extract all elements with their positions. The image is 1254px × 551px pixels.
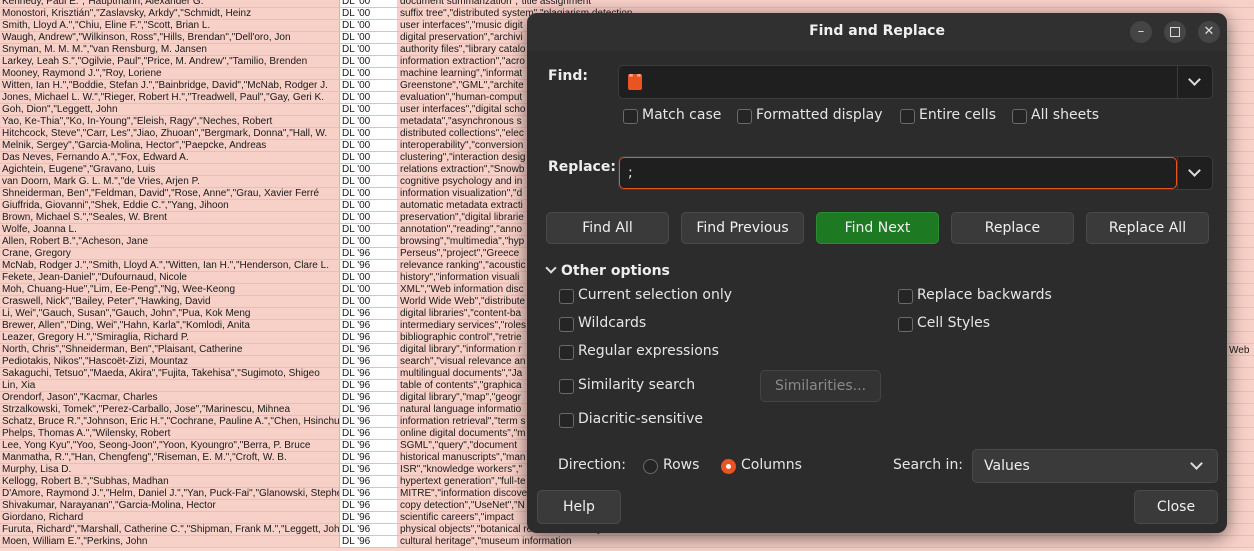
replace-dropdown-button[interactable] <box>1177 157 1212 189</box>
replace-value: ; <box>628 165 633 181</box>
find-label: Find: <box>548 68 588 84</box>
maximize-icon[interactable] <box>1164 21 1186 43</box>
cell-overflow-text: Web <box>1229 345 1250 356</box>
current-selection-only-label: Current selection only <box>578 287 733 303</box>
regular-expressions-label: Regular expressions <box>578 343 719 359</box>
direction-rows-label: Rows <box>663 457 700 473</box>
entire-cells-checkbox[interactable] <box>900 109 915 124</box>
wildcards-checkbox[interactable] <box>559 317 574 332</box>
row-gridline <box>0 547 1254 548</box>
entire-cells-label: Entire cells <box>919 107 996 123</box>
close-button[interactable]: Close <box>1134 490 1218 524</box>
replace-button[interactable]: Replace <box>951 212 1074 244</box>
dialog-titlebar[interactable]: Find and Replace – ✕ <box>527 13 1227 51</box>
direction-columns-label: Columns <box>741 457 802 473</box>
find-next-button[interactable]: Find Next <box>816 212 939 244</box>
all-sheets-checkbox[interactable] <box>1012 109 1027 124</box>
replace-backwards-label: Replace backwards <box>917 287 1052 303</box>
diacritic-sensitive-label: Diacritic-sensitive <box>578 411 703 427</box>
all-sheets-label: All sheets <box>1031 107 1099 123</box>
chevron-down-icon <box>1190 457 1203 470</box>
formatted-display-label: Formatted display <box>756 107 883 123</box>
search-in-select[interactable]: Values <box>972 449 1218 483</box>
similarity-search-label: Similarity search <box>578 377 696 393</box>
find-all-button[interactable]: Find All <box>546 212 669 244</box>
direction-columns-radio[interactable] <box>721 459 736 474</box>
direction-rows-radio[interactable] <box>643 459 658 474</box>
replace-all-button[interactable]: Replace All <box>1086 212 1209 244</box>
minimize-icon[interactable]: – <box>1130 21 1152 43</box>
direction-label: Direction: <box>558 457 626 473</box>
match-case-label: Match case <box>642 107 722 123</box>
regular-expressions-checkbox[interactable] <box>559 345 574 360</box>
other-options-label: Other options <box>561 263 670 279</box>
close-icon[interactable]: ✕ <box>1198 21 1220 43</box>
current-selection-only-checkbox[interactable] <box>559 289 574 304</box>
search-in-label: Search in: <box>893 457 964 473</box>
cell-styles-label: Cell Styles <box>917 315 991 331</box>
replace-label: Replace: <box>548 159 616 175</box>
replace-combobox[interactable]: ; <box>618 156 1213 190</box>
find-previous-button[interactable]: Find Previous <box>681 212 804 244</box>
find-dropdown-button[interactable] <box>1177 66 1212 98</box>
chevron-down-icon <box>545 262 557 274</box>
replace-backwards-checkbox[interactable] <box>898 289 913 304</box>
cell-styles-checkbox[interactable] <box>898 317 913 332</box>
replace-input[interactable]: ; <box>619 157 1177 189</box>
chevron-down-icon <box>1188 164 1201 177</box>
find-replace-dialog: Find and Replace – ✕ Find: " " Match cas… <box>527 13 1227 533</box>
diacritic-sensitive-checkbox[interactable] <box>559 413 574 428</box>
similarities-button[interactable]: Similarities... <box>760 370 881 402</box>
match-case-checkbox[interactable] <box>623 109 638 124</box>
search-in-value: Values <box>984 458 1030 474</box>
wildcards-label: Wildcards <box>578 315 647 331</box>
find-combobox[interactable]: " " <box>618 65 1213 99</box>
other-options-expander[interactable]: Other options <box>545 262 670 279</box>
find-value: " " <box>628 74 642 90</box>
chevron-down-icon <box>1188 73 1201 86</box>
dialog-title: Find and Replace <box>809 23 945 39</box>
formatted-display-checkbox[interactable] <box>737 109 752 124</box>
similarity-search-checkbox[interactable] <box>559 379 574 394</box>
help-button[interactable]: Help <box>537 490 621 524</box>
